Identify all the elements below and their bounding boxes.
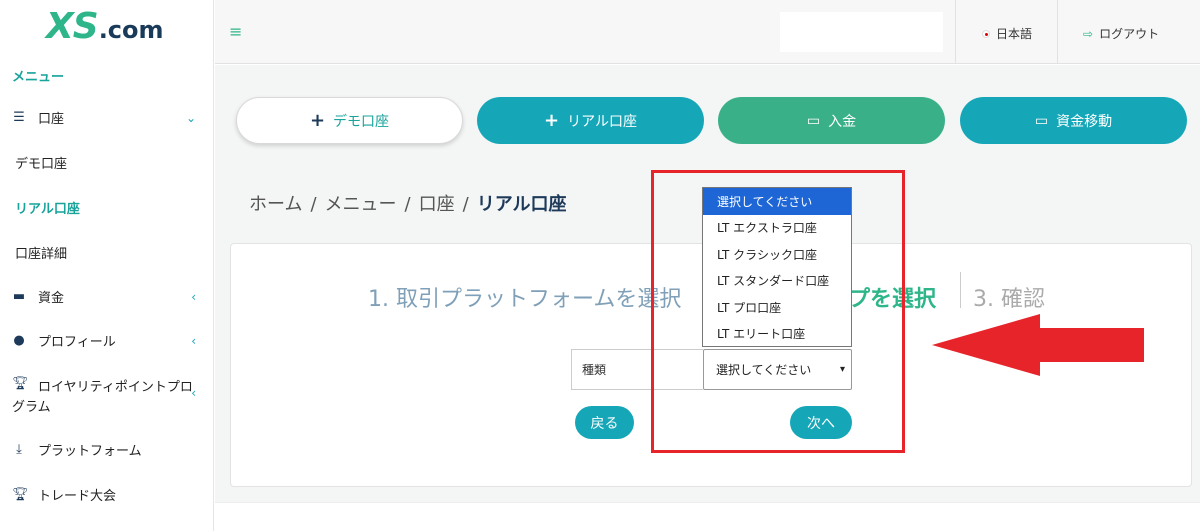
- transfer-button[interactable]: ▭ 資金移動: [960, 97, 1187, 144]
- chevron-left-icon: ‹: [191, 333, 196, 348]
- sidebar-item-profile[interactable]: ● プロフィール ‹: [0, 331, 214, 350]
- sidebar-item-real-account[interactable]: リアル口座: [15, 198, 80, 217]
- trophy-icon: 🏆︎: [12, 487, 29, 502]
- card-icon: ▭: [1034, 112, 1049, 129]
- logout-button[interactable]: ⇨ ログアウト: [1083, 25, 1159, 42]
- breadcrumb: ホーム / メニュー / 口座 / リアル口座: [249, 190, 567, 216]
- breadcrumb-separator: /: [462, 194, 469, 215]
- top-bar: ≡ 日本語 ⇨ ログアウト: [215, 0, 1200, 64]
- breadcrumb-current: リアル口座: [476, 194, 567, 215]
- chevron-left-icon: ‹: [191, 386, 196, 400]
- step-divider: [960, 272, 961, 308]
- user-icon: ●: [13, 333, 25, 348]
- menu-header: メニュー: [12, 70, 65, 85]
- language-selector[interactable]: 日本語: [982, 25, 1032, 42]
- sidebar-item-label: 口座: [38, 112, 65, 127]
- sidebar-item-trade-contest[interactable]: 🏆︎ トレード大会: [0, 485, 214, 504]
- sidebar-item-label: 資金: [38, 291, 65, 306]
- header-divider: [1057, 0, 1058, 64]
- japan-flag-icon: [982, 29, 990, 38]
- breadcrumb-home[interactable]: ホーム: [249, 194, 302, 215]
- sidebar-item-loyalty-line2: グラム: [12, 400, 51, 415]
- language-label: 日本語: [996, 27, 1033, 41]
- chevron-down-icon: ⌄: [185, 110, 196, 125]
- step-3-label: 3. 確認: [973, 287, 1045, 312]
- logo-com: .com: [98, 16, 164, 44]
- demo-account-label: デモ口座: [333, 113, 390, 130]
- card-icon: ▭: [806, 112, 821, 129]
- sidebar-item-label: プラットフォーム: [38, 444, 142, 459]
- red-arrow-icon: [932, 314, 1144, 376]
- deposit-label: 入金: [828, 113, 857, 130]
- sidebar-item-platform[interactable]: ⤓ プラットフォーム: [0, 440, 214, 459]
- wallet-icon: ▬: [12, 289, 26, 304]
- sidebar-item-account[interactable]: ☰ 口座 ⌄: [0, 108, 214, 127]
- breadcrumb-menu[interactable]: メニュー: [325, 194, 397, 215]
- real-account-label: リアル口座: [567, 113, 637, 130]
- sidebar-item-demo-account[interactable]: デモ口座: [15, 153, 67, 172]
- list-icon: ☰: [13, 110, 25, 125]
- plus-icon: +: [309, 110, 326, 131]
- sidebar-item-account-details[interactable]: 口座詳細: [15, 243, 67, 262]
- footer-bar: [215, 502, 1200, 531]
- header-divider: [955, 0, 956, 64]
- deposit-button[interactable]: ▭ 入金: [718, 97, 945, 144]
- breadcrumb-separator: /: [310, 194, 317, 215]
- hamburger-menu-icon[interactable]: ≡: [229, 22, 242, 41]
- back-button[interactable]: 戻る: [575, 406, 634, 439]
- logo-xs: XS: [46, 6, 99, 47]
- sidebar-item-label: トレード大会: [38, 489, 117, 504]
- sidebar-item-funds[interactable]: ▬ 資金 ‹: [0, 287, 214, 306]
- sidebar: XS .com メニュー ☰ 口座 ⌄ デモ口座 リアル口座 口座詳細 ▬ 資金…: [0, 0, 214, 531]
- logout-icon: ⇨: [1083, 26, 1094, 41]
- trophy-icon: 🏆︎: [12, 376, 29, 391]
- breadcrumb-separator: /: [404, 194, 411, 215]
- demo-account-button[interactable]: + デモ口座: [236, 97, 463, 144]
- sidebar-item-label: プロフィール: [38, 335, 116, 350]
- plus-icon: +: [544, 110, 560, 131]
- chevron-left-icon: ‹: [191, 289, 196, 304]
- xs-logo[interactable]: XS .com: [46, 6, 164, 47]
- transfer-label: 資金移動: [1056, 113, 1113, 130]
- sidebar-item-label: ロイヤリティポイントプロ: [38, 380, 193, 395]
- logout-label: ログアウト: [1099, 27, 1160, 41]
- download-icon: ⤓: [16, 442, 22, 457]
- breadcrumb-account[interactable]: 口座: [419, 194, 455, 215]
- real-account-button[interactable]: + リアル口座: [477, 97, 704, 144]
- highlight-box: [651, 170, 905, 453]
- header-blank-area: [780, 12, 943, 52]
- step-1-label: 1. 取引プラットフォームを選択: [368, 287, 682, 312]
